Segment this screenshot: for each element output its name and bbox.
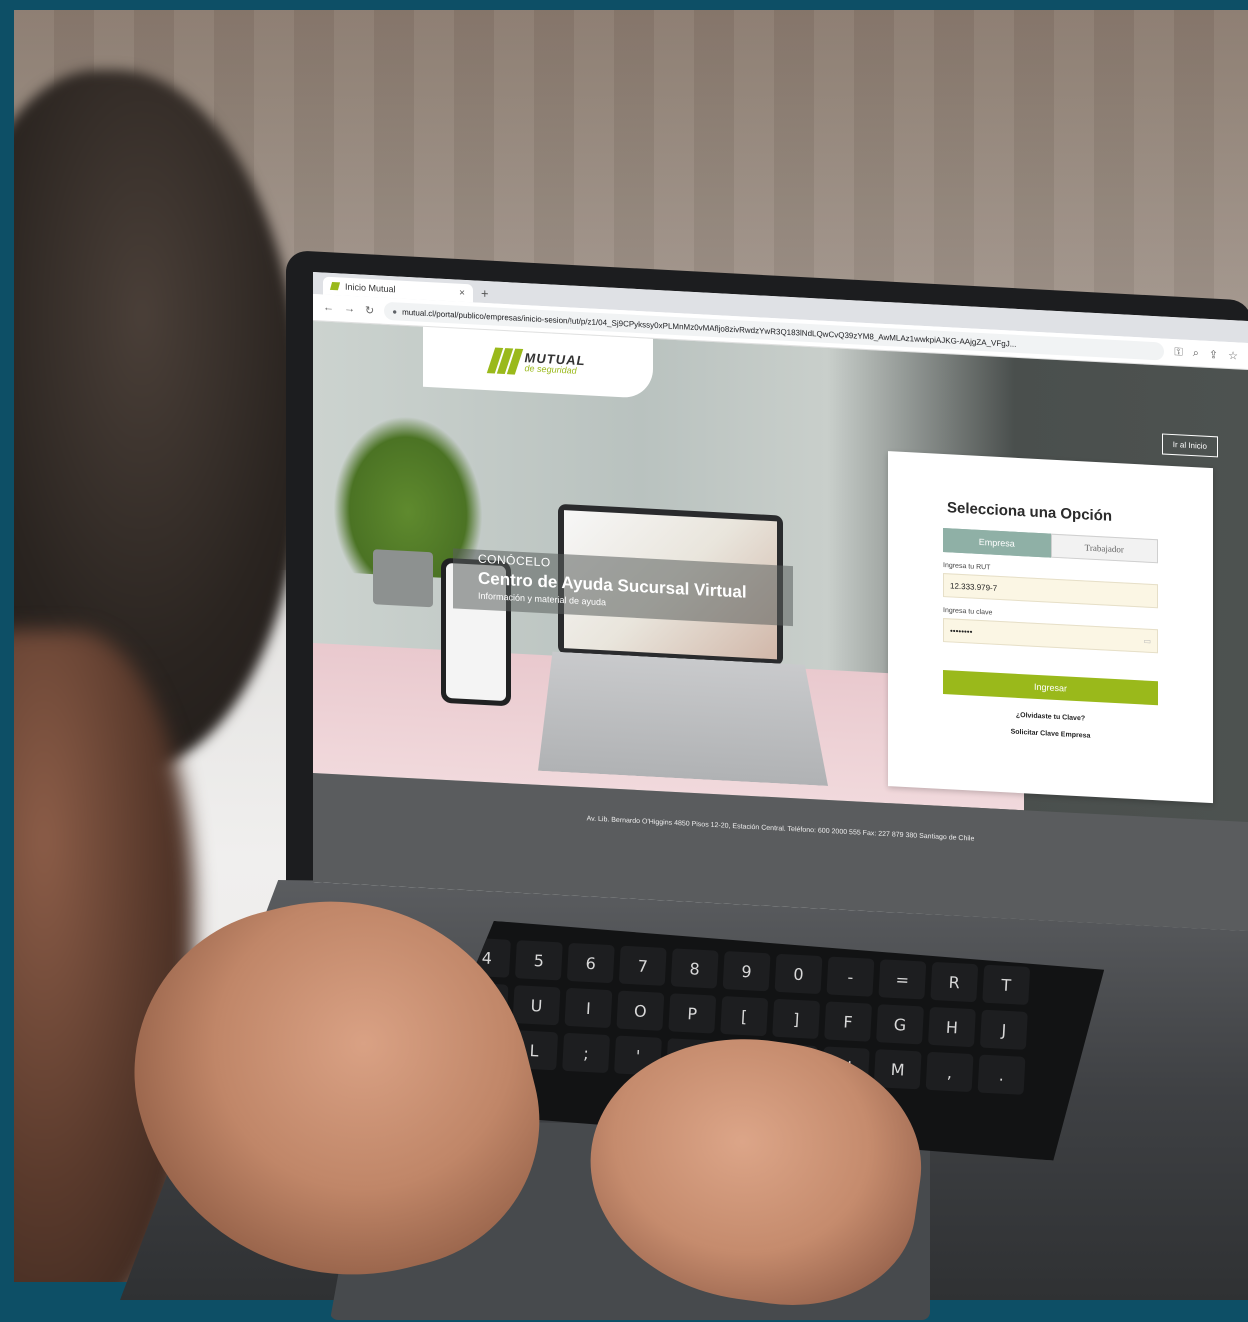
keyboard-key: 0 xyxy=(775,954,823,994)
star-icon[interactable]: ☆ xyxy=(1228,348,1238,362)
forward-arrow-icon[interactable]: → xyxy=(344,303,355,316)
mutual-logo[interactable]: MUTUAL de seguridad xyxy=(423,326,653,399)
show-password-icon[interactable]: ▭ xyxy=(1143,636,1151,645)
keyboard-key: 5 xyxy=(515,940,563,980)
hero-laptop-base xyxy=(538,651,828,786)
share-icon[interactable]: ⇪ xyxy=(1209,347,1218,360)
keyboard-key: T xyxy=(982,965,1030,1005)
key-icon[interactable]: ⚿ xyxy=(1174,346,1182,359)
login-title: Selecciona una Opción xyxy=(947,499,1113,525)
zoom-icon[interactable]: ⌕ xyxy=(1193,347,1199,360)
keyboard-key: = xyxy=(878,959,926,999)
keyboard-key: [ xyxy=(720,996,768,1036)
keyboard-key: U xyxy=(513,985,561,1025)
keyboard-key: F xyxy=(824,1001,872,1041)
tab-title: Inicio Mutual xyxy=(345,281,396,295)
user-type-toggle: Empresa Trabajador xyxy=(943,528,1158,564)
keyboard-key: M xyxy=(874,1049,922,1089)
close-icon[interactable]: × xyxy=(459,287,465,298)
keyboard-key: . xyxy=(978,1055,1026,1095)
back-arrow-icon[interactable]: ← xyxy=(323,302,334,315)
new-tab-icon[interactable]: + xyxy=(481,286,489,301)
mutual-login-page: MUTUAL de seguridad Ir al Inicio CONÓCEL… xyxy=(313,321,1248,932)
laptop-screen: Inicio Mutual × + ← → ↻ ● mutual.cl/port… xyxy=(313,272,1248,932)
mutual-logo-mark-icon xyxy=(486,347,523,375)
lock-icon: ● xyxy=(392,306,398,316)
rut-value: 12.333.979-7 xyxy=(950,580,998,593)
keyboard-key: O xyxy=(616,991,664,1031)
plant-pot xyxy=(373,549,433,608)
logo-tagline: de seguridad xyxy=(524,363,577,376)
keyboard-key: G xyxy=(876,1004,924,1044)
keyboard-key: 8 xyxy=(671,948,719,988)
mutual-favicon-icon xyxy=(329,281,341,291)
request-password-link[interactable]: Solicitar Clave Empresa xyxy=(943,725,1158,743)
login-button[interactable]: Ingresar xyxy=(943,670,1158,706)
keyboard-key: ] xyxy=(772,999,820,1039)
keyboard-key: , xyxy=(926,1052,974,1092)
option-trabajador[interactable]: Trabajador xyxy=(1050,533,1158,564)
keyboard-key: R xyxy=(930,962,978,1002)
forgot-password-link[interactable]: ¿Olvidaste tu Clave? xyxy=(943,708,1158,726)
keyboard-key: J xyxy=(980,1010,1028,1050)
footer-address: Av. Lib. Bernardo O'Higgins 4850 Pisos 1… xyxy=(586,815,975,843)
go-home-button[interactable]: Ir al Inicio xyxy=(1161,433,1218,458)
reload-icon[interactable]: ↻ xyxy=(365,303,374,316)
keyboard-key: H xyxy=(928,1007,976,1047)
login-card: Selecciona una Opción Empresa Trabajador… xyxy=(888,451,1213,804)
keyboard-key: 7 xyxy=(619,946,667,986)
keyboard-key: 6 xyxy=(567,943,615,983)
keyboard-key: I xyxy=(564,988,612,1028)
keyboard-key: ; xyxy=(562,1033,610,1073)
option-empresa[interactable]: Empresa xyxy=(943,528,1051,558)
keyboard-key: - xyxy=(826,956,874,996)
password-value: •••••••• xyxy=(950,625,973,637)
keyboard-key: 9 xyxy=(723,951,771,991)
keyboard-key: P xyxy=(668,993,716,1033)
